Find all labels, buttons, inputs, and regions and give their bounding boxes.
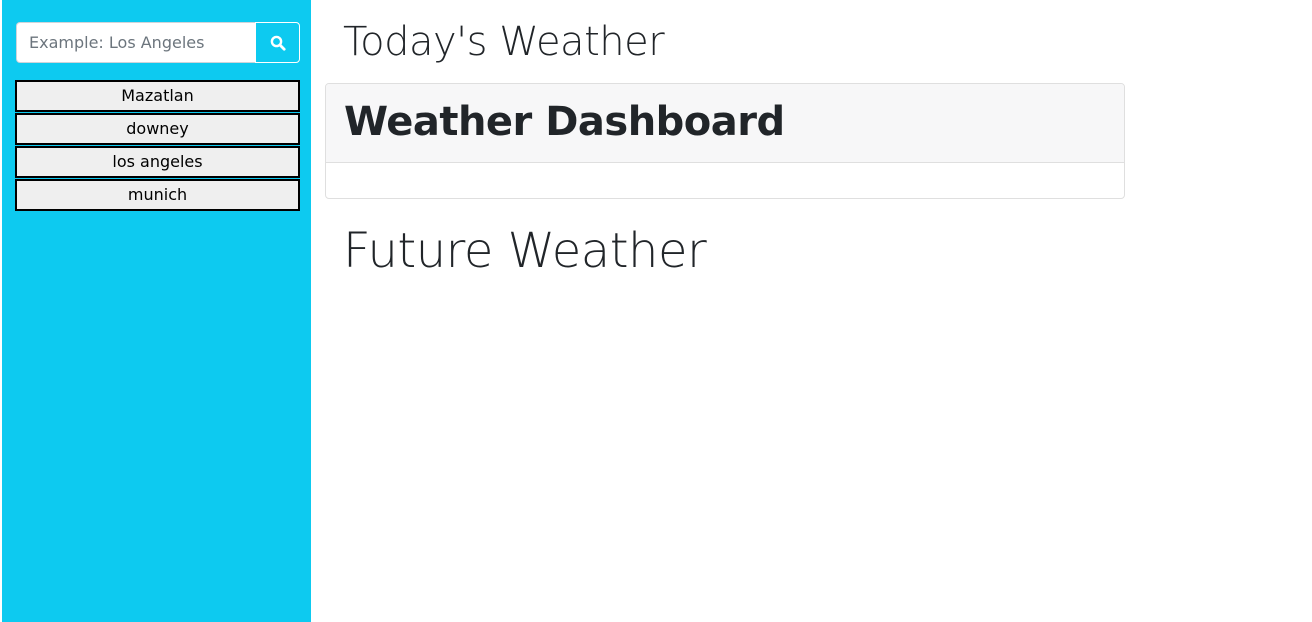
search-group (16, 22, 300, 63)
history-item-munich[interactable]: munich (15, 179, 300, 211)
history-item-los-angeles[interactable]: los angeles (15, 146, 300, 178)
current-weather-card: Weather Dashboard (325, 83, 1125, 199)
card-title: Weather Dashboard (344, 99, 785, 145)
future-weather-heading: Future Weather (343, 223, 707, 279)
search-icon (270, 35, 286, 51)
search-button[interactable] (255, 22, 300, 63)
history-item-mazatlan[interactable]: Mazatlan (15, 80, 300, 112)
main-content: Today's Weather Weather Dashboard Future… (325, 0, 1312, 622)
search-input[interactable] (16, 22, 255, 63)
card-header: Weather Dashboard (326, 84, 1124, 163)
today-weather-heading: Today's Weather (343, 19, 665, 65)
sidebar: Mazatlan downey los angeles munich (2, 0, 311, 622)
search-history-list: Mazatlan downey los angeles munich (15, 80, 300, 212)
history-item-downey[interactable]: downey (15, 113, 300, 145)
